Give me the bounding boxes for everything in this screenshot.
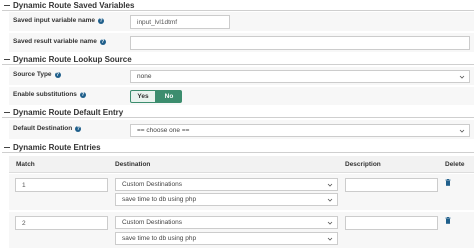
column-header-match: Match (16, 161, 35, 168)
trash-icon[interactable] (445, 179, 451, 186)
chevron-down-icon (327, 221, 333, 225)
select-value: Custom Destinations (122, 219, 182, 226)
section-title: Dynamic Route Entries (13, 143, 101, 152)
select-value: save time to db using php (122, 196, 197, 203)
section-divider (2, 64, 474, 65)
form-row-source-type: Source Type ? none (9, 67, 474, 86)
select-value: save time to db using php (122, 235, 197, 242)
saved-result-variable-field[interactable] (130, 36, 470, 50)
help-icon[interactable]: ? (75, 125, 82, 132)
help-icon[interactable]: ? (79, 91, 86, 98)
select-value: == choose one == (137, 127, 190, 134)
match-input[interactable]: 1 (15, 178, 108, 192)
destination-target-select[interactable]: save time to db using php (115, 232, 338, 245)
select-value: Custom Destinations (122, 181, 182, 188)
field-label: Saved result variable name ? (13, 38, 106, 45)
field-label: Saved input variable name ? (13, 17, 105, 24)
chevron-down-icon (327, 198, 333, 202)
destination-target-select[interactable]: save time to db using php (115, 193, 338, 206)
section-default-entry[interactable]: Dynamic Route Default Entry (2, 107, 474, 118)
table-row: 1 Custom Destinations save time to db us… (9, 174, 474, 210)
collapse-icon[interactable] (4, 58, 10, 61)
substitutions-yes-button[interactable]: Yes (130, 90, 156, 103)
collapse-icon[interactable] (4, 111, 10, 114)
collapse-icon[interactable] (4, 4, 10, 7)
source-type-select[interactable]: none (130, 70, 470, 83)
column-header-delete: Delete (445, 161, 465, 168)
select-value: none (137, 73, 152, 80)
section-divider (2, 10, 474, 11)
label-text: Enable substitutions (13, 91, 77, 98)
label-text: Saved result variable name (13, 38, 97, 45)
entries-table-header: Match Destination Description Delete (9, 156, 474, 173)
column-header-description: Description (345, 161, 381, 168)
label-text: Saved input variable name (13, 17, 96, 24)
substitutions-no-button[interactable]: No (156, 90, 182, 103)
match-input[interactable]: 2 (15, 216, 108, 230)
help-icon[interactable]: ? (99, 38, 106, 45)
destination-type-select[interactable]: Custom Destinations (115, 216, 338, 229)
form-row-default-destination: Default Destination ? == choose one == (9, 120, 474, 140)
label-text: Source Type (13, 71, 52, 78)
section-title: Dynamic Route Default Entry (13, 108, 124, 117)
form-row-saved-input: Saved input variable name ? input_lvl1dt… (9, 12, 474, 32)
chevron-down-icon (459, 75, 465, 79)
table-row: 2 Custom Destinations save time to db us… (9, 212, 474, 248)
section-title: Dynamic Route Saved Variables (13, 1, 135, 10)
chevron-down-icon (327, 183, 333, 187)
section-divider (2, 117, 474, 118)
form-row-substitutions: Enable substitutions ? Yes No (9, 87, 474, 106)
field-label: Default Destination ? (13, 125, 82, 132)
chevron-down-icon (459, 129, 465, 133)
section-title: Dynamic Route Lookup Source (13, 55, 132, 64)
section-lookup-source[interactable]: Dynamic Route Lookup Source (2, 54, 474, 65)
column-header-destination: Destination (115, 161, 151, 168)
section-divider (2, 152, 474, 153)
saved-input-variable-field[interactable]: input_lvl1dtmf (130, 15, 230, 29)
label-text: Default Destination (13, 125, 73, 132)
section-entries[interactable]: Dynamic Route Entries (2, 142, 474, 153)
default-destination-select[interactable]: == choose one == (130, 124, 470, 137)
substitutions-toggle[interactable]: Yes No (130, 90, 182, 103)
help-icon[interactable]: ? (98, 17, 105, 24)
help-icon[interactable]: ? (54, 71, 61, 78)
section-saved-variables[interactable]: Dynamic Route Saved Variables (2, 0, 474, 11)
field-label: Source Type ? (13, 71, 61, 78)
collapse-icon[interactable] (4, 146, 10, 149)
description-input[interactable] (345, 216, 438, 230)
destination-type-select[interactable]: Custom Destinations (115, 178, 338, 191)
form-row-saved-result: Saved result variable name ? (9, 33, 474, 53)
field-label: Enable substitutions ? (13, 91, 86, 98)
description-input[interactable] (345, 178, 438, 192)
chevron-down-icon (327, 237, 333, 241)
trash-icon[interactable] (445, 217, 451, 224)
